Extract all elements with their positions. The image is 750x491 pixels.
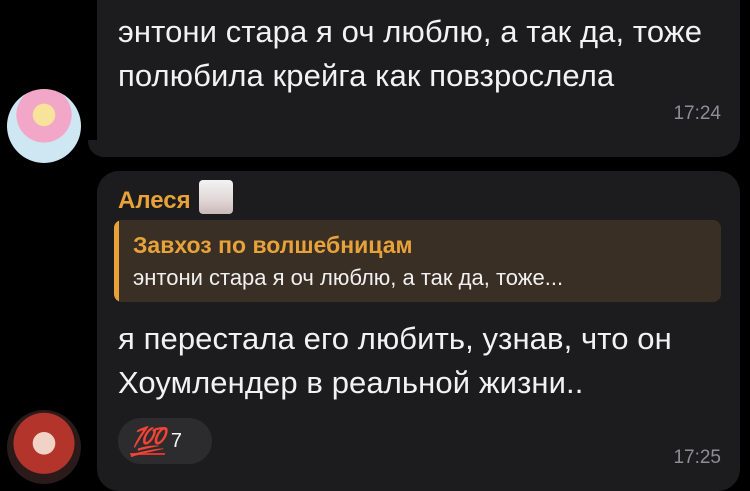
message-time: 17:25 (673, 447, 721, 468)
message-text: я перестала его любить, узнав, что он Хо… (118, 321, 672, 400)
hundred-points-icon: 💯 (130, 425, 165, 457)
avatar[interactable] (7, 410, 81, 484)
reply-text: энтони стара я оч люблю, а так да, тоже.… (133, 265, 564, 290)
sender-name[interactable]: Алеся (118, 180, 233, 215)
reply-author: Завхоз по волшебницам (133, 232, 413, 258)
avatar[interactable] (7, 89, 81, 163)
reply-accent-bar (114, 220, 119, 302)
message-bubble[interactable]: Алеся Завхоз по волшебницам энтони стара… (97, 171, 740, 491)
reply-quote[interactable]: Завхоз по волшебницам энтони стара я оч … (114, 220, 721, 302)
sender-name-label: Алеся (118, 187, 191, 214)
reaction-chip[interactable]: 💯 7 (118, 418, 212, 464)
message-bubble[interactable]: энтони стара я оч люблю, а так да, тоже … (97, 0, 740, 157)
reaction-count: 7 (170, 429, 182, 452)
sender-emoji-status-icon (198, 180, 233, 214)
message-text: энтони стара я оч люблю, а так да, тоже … (118, 14, 703, 93)
message-time: 17:24 (673, 103, 721, 124)
bubble-tail (88, 140, 108, 157)
